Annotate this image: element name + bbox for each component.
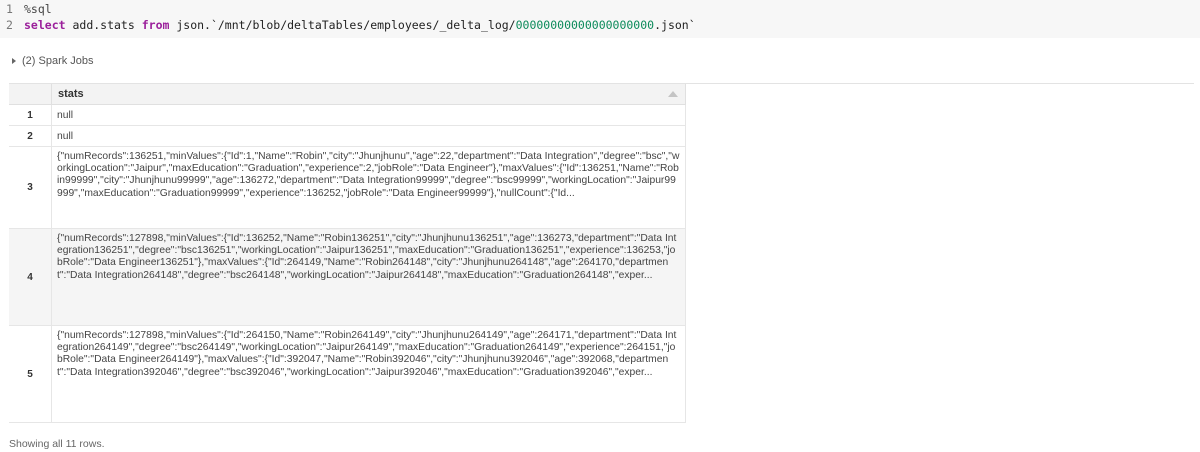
line-number: 2 — [6, 18, 13, 32]
row-index: 1 — [9, 105, 52, 125]
row-index: 3 — [9, 147, 52, 228]
line-number: 1 — [6, 2, 13, 16]
sort-ascending-icon[interactable] — [668, 91, 678, 97]
table-row[interactable]: 4 {"numRecords":127898,"minValues":{"Id"… — [9, 229, 686, 326]
index-header — [9, 84, 52, 105]
table-body: 1 null 2 null 3 {"numRecords":136251,"mi… — [9, 105, 686, 423]
table-row[interactable]: 1 null — [9, 105, 686, 126]
stats-cell[interactable]: {"numRecords":127898,"minValues":{"Id":2… — [52, 326, 686, 422]
stats-cell[interactable]: {"numRecords":127898,"minValues":{"Id":1… — [52, 229, 686, 325]
table-row[interactable]: 3 {"numRecords":136251,"minValues":{"Id"… — [9, 147, 686, 229]
stats-cell[interactable]: {"numRecords":136251,"minValues":{"Id":1… — [52, 147, 686, 228]
row-index: 4 — [9, 229, 52, 325]
table-row[interactable]: 5 {"numRecords":127898,"minValues":{"Id"… — [9, 326, 686, 423]
spark-jobs-toggle[interactable]: (2) Spark Jobs — [12, 55, 94, 67]
column-reference: add.stats — [65, 18, 142, 32]
column-header-label: stats — [58, 88, 84, 100]
row-index: 2 — [9, 126, 52, 146]
row-count-status: Showing all 11 rows. — [9, 438, 105, 450]
stats-cell[interactable]: null — [52, 126, 686, 146]
table-header: stats — [9, 84, 686, 105]
source-path: json.`/mnt/blob/deltaTables/employees/_d… — [169, 18, 516, 32]
log-file-number: 00000000000000000000 — [515, 18, 655, 32]
code-line-1[interactable]: 1 %sql — [0, 1, 52, 17]
column-header-stats[interactable]: stats — [52, 84, 686, 105]
keyword-select: select — [24, 18, 66, 32]
stats-cell[interactable]: null — [52, 105, 686, 125]
expand-triangle-icon — [12, 58, 16, 64]
results-table[interactable]: stats 1 null 2 null 3 {"numRecords":1362… — [9, 83, 1194, 430]
magic-command: %sql — [24, 2, 52, 16]
code-line-2[interactable]: 2 select add.stats from json.`/mnt/blob/d… — [0, 17, 696, 33]
source-suffix: .json` — [654, 18, 696, 32]
spark-jobs-label: (2) Spark Jobs — [22, 55, 94, 67]
keyword-from: from — [141, 18, 170, 32]
code-cell[interactable]: 1 %sql 2 select add.stats from json.`/mnt/… — [0, 0, 1200, 38]
table-row[interactable]: 2 null — [9, 126, 686, 147]
row-index: 5 — [9, 326, 52, 422]
